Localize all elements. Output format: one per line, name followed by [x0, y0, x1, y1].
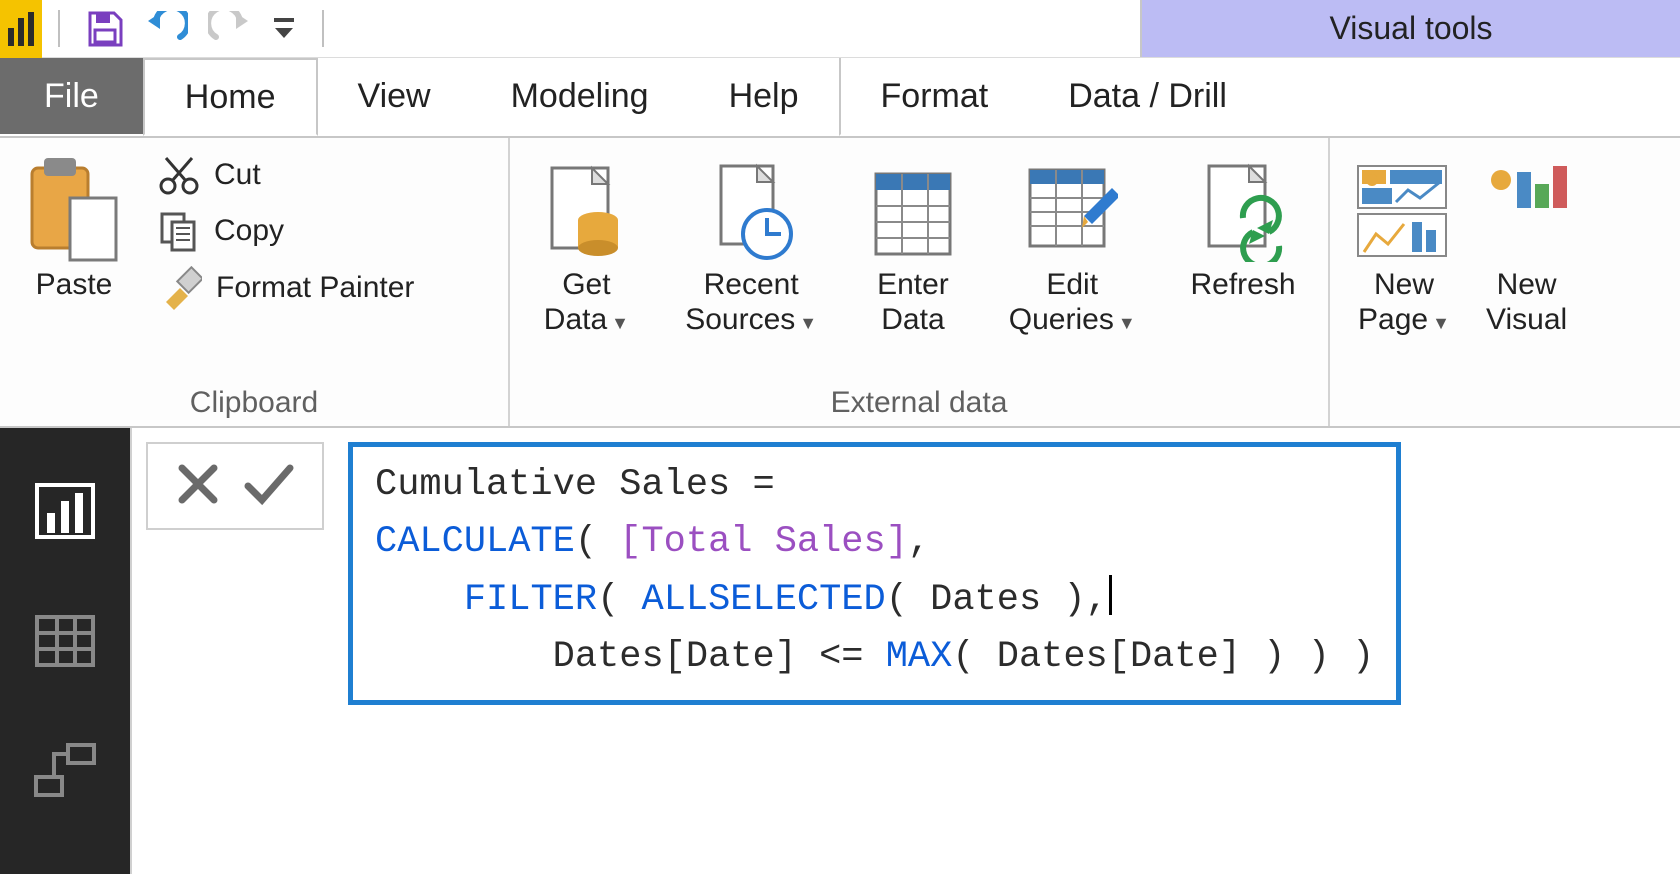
title-bar: Visual tools [0, 0, 1680, 58]
formula-line: Dates[Date] <= MAX( Dates[Date] ) ) ) [375, 629, 1374, 686]
formula-bar[interactable]: Cumulative Sales = CALCULATE( [Total Sal… [348, 442, 1401, 705]
get-data-button[interactable]: GetData▼ [536, 148, 636, 341]
tab-home[interactable]: Home [143, 58, 318, 136]
bar-chart-icon [35, 483, 95, 539]
copy-label: Copy [214, 214, 284, 248]
formula-bar-controls [146, 442, 324, 530]
refresh-label: Refresh [1190, 268, 1295, 303]
get-data-icon [542, 162, 630, 262]
undo-button[interactable] [134, 0, 198, 57]
save-button[interactable] [76, 0, 134, 57]
refresh-button[interactable]: Refresh [1184, 148, 1301, 307]
format-painter-label: Format Painter [216, 271, 414, 305]
commit-formula-button[interactable] [244, 462, 294, 511]
workspace: Cumulative Sales = CALCULATE( [Total Sal… [0, 428, 1680, 874]
redo-button[interactable] [198, 0, 262, 57]
save-icon [86, 10, 124, 48]
recent-sources-icon [707, 162, 795, 262]
cut-button[interactable]: Cut [158, 154, 414, 196]
ribbon-group-external-data: GetData▼ RecentSources▼ [510, 138, 1330, 426]
customize-qat-button[interactable] [262, 0, 306, 57]
nav-data[interactable] [22, 598, 108, 684]
new-page-button[interactable]: NewPage▼ [1350, 148, 1458, 341]
ribbon-group-label [1350, 382, 1660, 426]
app-logo-icon [0, 0, 42, 58]
paste-button[interactable]: Paste [20, 148, 128, 307]
refresh-icon [1197, 162, 1289, 262]
ribbon-group-insert: NewPage▼ NewVisual [1330, 138, 1680, 426]
report-canvas[interactable] [166, 727, 1680, 874]
new-page-icon [1356, 164, 1452, 262]
x-icon [176, 462, 220, 506]
tab-help[interactable]: Help [689, 58, 839, 136]
chevron-down-icon: ▼ [1118, 313, 1136, 333]
qat-separator [58, 10, 60, 47]
ribbon-group-clipboard: Paste Cut Copy [0, 138, 510, 426]
text-cursor [1109, 575, 1112, 615]
main-area: Cumulative Sales = CALCULATE( [Total Sal… [130, 428, 1680, 874]
chevron-down-icon: ▼ [611, 313, 629, 333]
ribbon-group-label: External data [530, 382, 1308, 426]
edit-queries-button[interactable]: EditQueries▼ [1003, 148, 1142, 341]
ribbon-tabs: File Home View Modeling Help Format Data… [0, 58, 1680, 136]
chevron-down-icon [272, 14, 296, 44]
formula-line: Cumulative Sales = [375, 457, 1374, 514]
new-visual-icon [1487, 166, 1567, 262]
scissors-icon [158, 154, 200, 196]
contextual-tab-group-header: Visual tools [1140, 0, 1680, 57]
chevron-down-icon: ▼ [1432, 313, 1450, 333]
qat-separator [322, 10, 324, 47]
paste-label: Paste [36, 268, 113, 303]
formula-line: CALCULATE( [Total Sales], [375, 514, 1374, 571]
paste-icon [26, 158, 122, 262]
tab-file[interactable]: File [0, 58, 143, 136]
undo-arrow-icon [144, 11, 188, 47]
enter-data-icon [872, 170, 954, 262]
tab-view[interactable]: View [318, 58, 471, 136]
edit-queries-icon [1026, 166, 1118, 262]
format-painter-button[interactable]: Format Painter [158, 266, 414, 310]
recent-sources-button[interactable]: RecentSources▼ [679, 148, 823, 341]
copy-button[interactable]: Copy [158, 210, 414, 252]
redo-arrow-icon [208, 11, 252, 47]
paintbrush-icon [158, 266, 202, 310]
enter-data-button[interactable]: EnterData [866, 148, 960, 341]
contextual-tab-group-label: Visual tools [1329, 10, 1492, 47]
nav-model[interactable] [22, 728, 108, 814]
ribbon-body: Paste Cut Copy [0, 136, 1680, 428]
check-icon [244, 462, 294, 506]
table-icon [35, 615, 95, 667]
formula-line: FILTER( ALLSELECTED( Dates ), [375, 572, 1374, 629]
nav-rail [0, 428, 130, 874]
chevron-down-icon: ▼ [799, 313, 817, 333]
tab-data-drill[interactable]: Data / Drill [1028, 58, 1267, 136]
ribbon-group-label: Clipboard [20, 382, 488, 426]
new-visual-button[interactable]: NewVisual [1480, 148, 1573, 341]
nav-report[interactable] [22, 468, 108, 554]
tab-format[interactable]: Format [839, 58, 1029, 136]
model-icon [34, 743, 96, 799]
copy-icon [158, 210, 200, 252]
cancel-formula-button[interactable] [176, 462, 220, 511]
cut-label: Cut [214, 158, 261, 192]
tab-modeling[interactable]: Modeling [471, 58, 689, 136]
